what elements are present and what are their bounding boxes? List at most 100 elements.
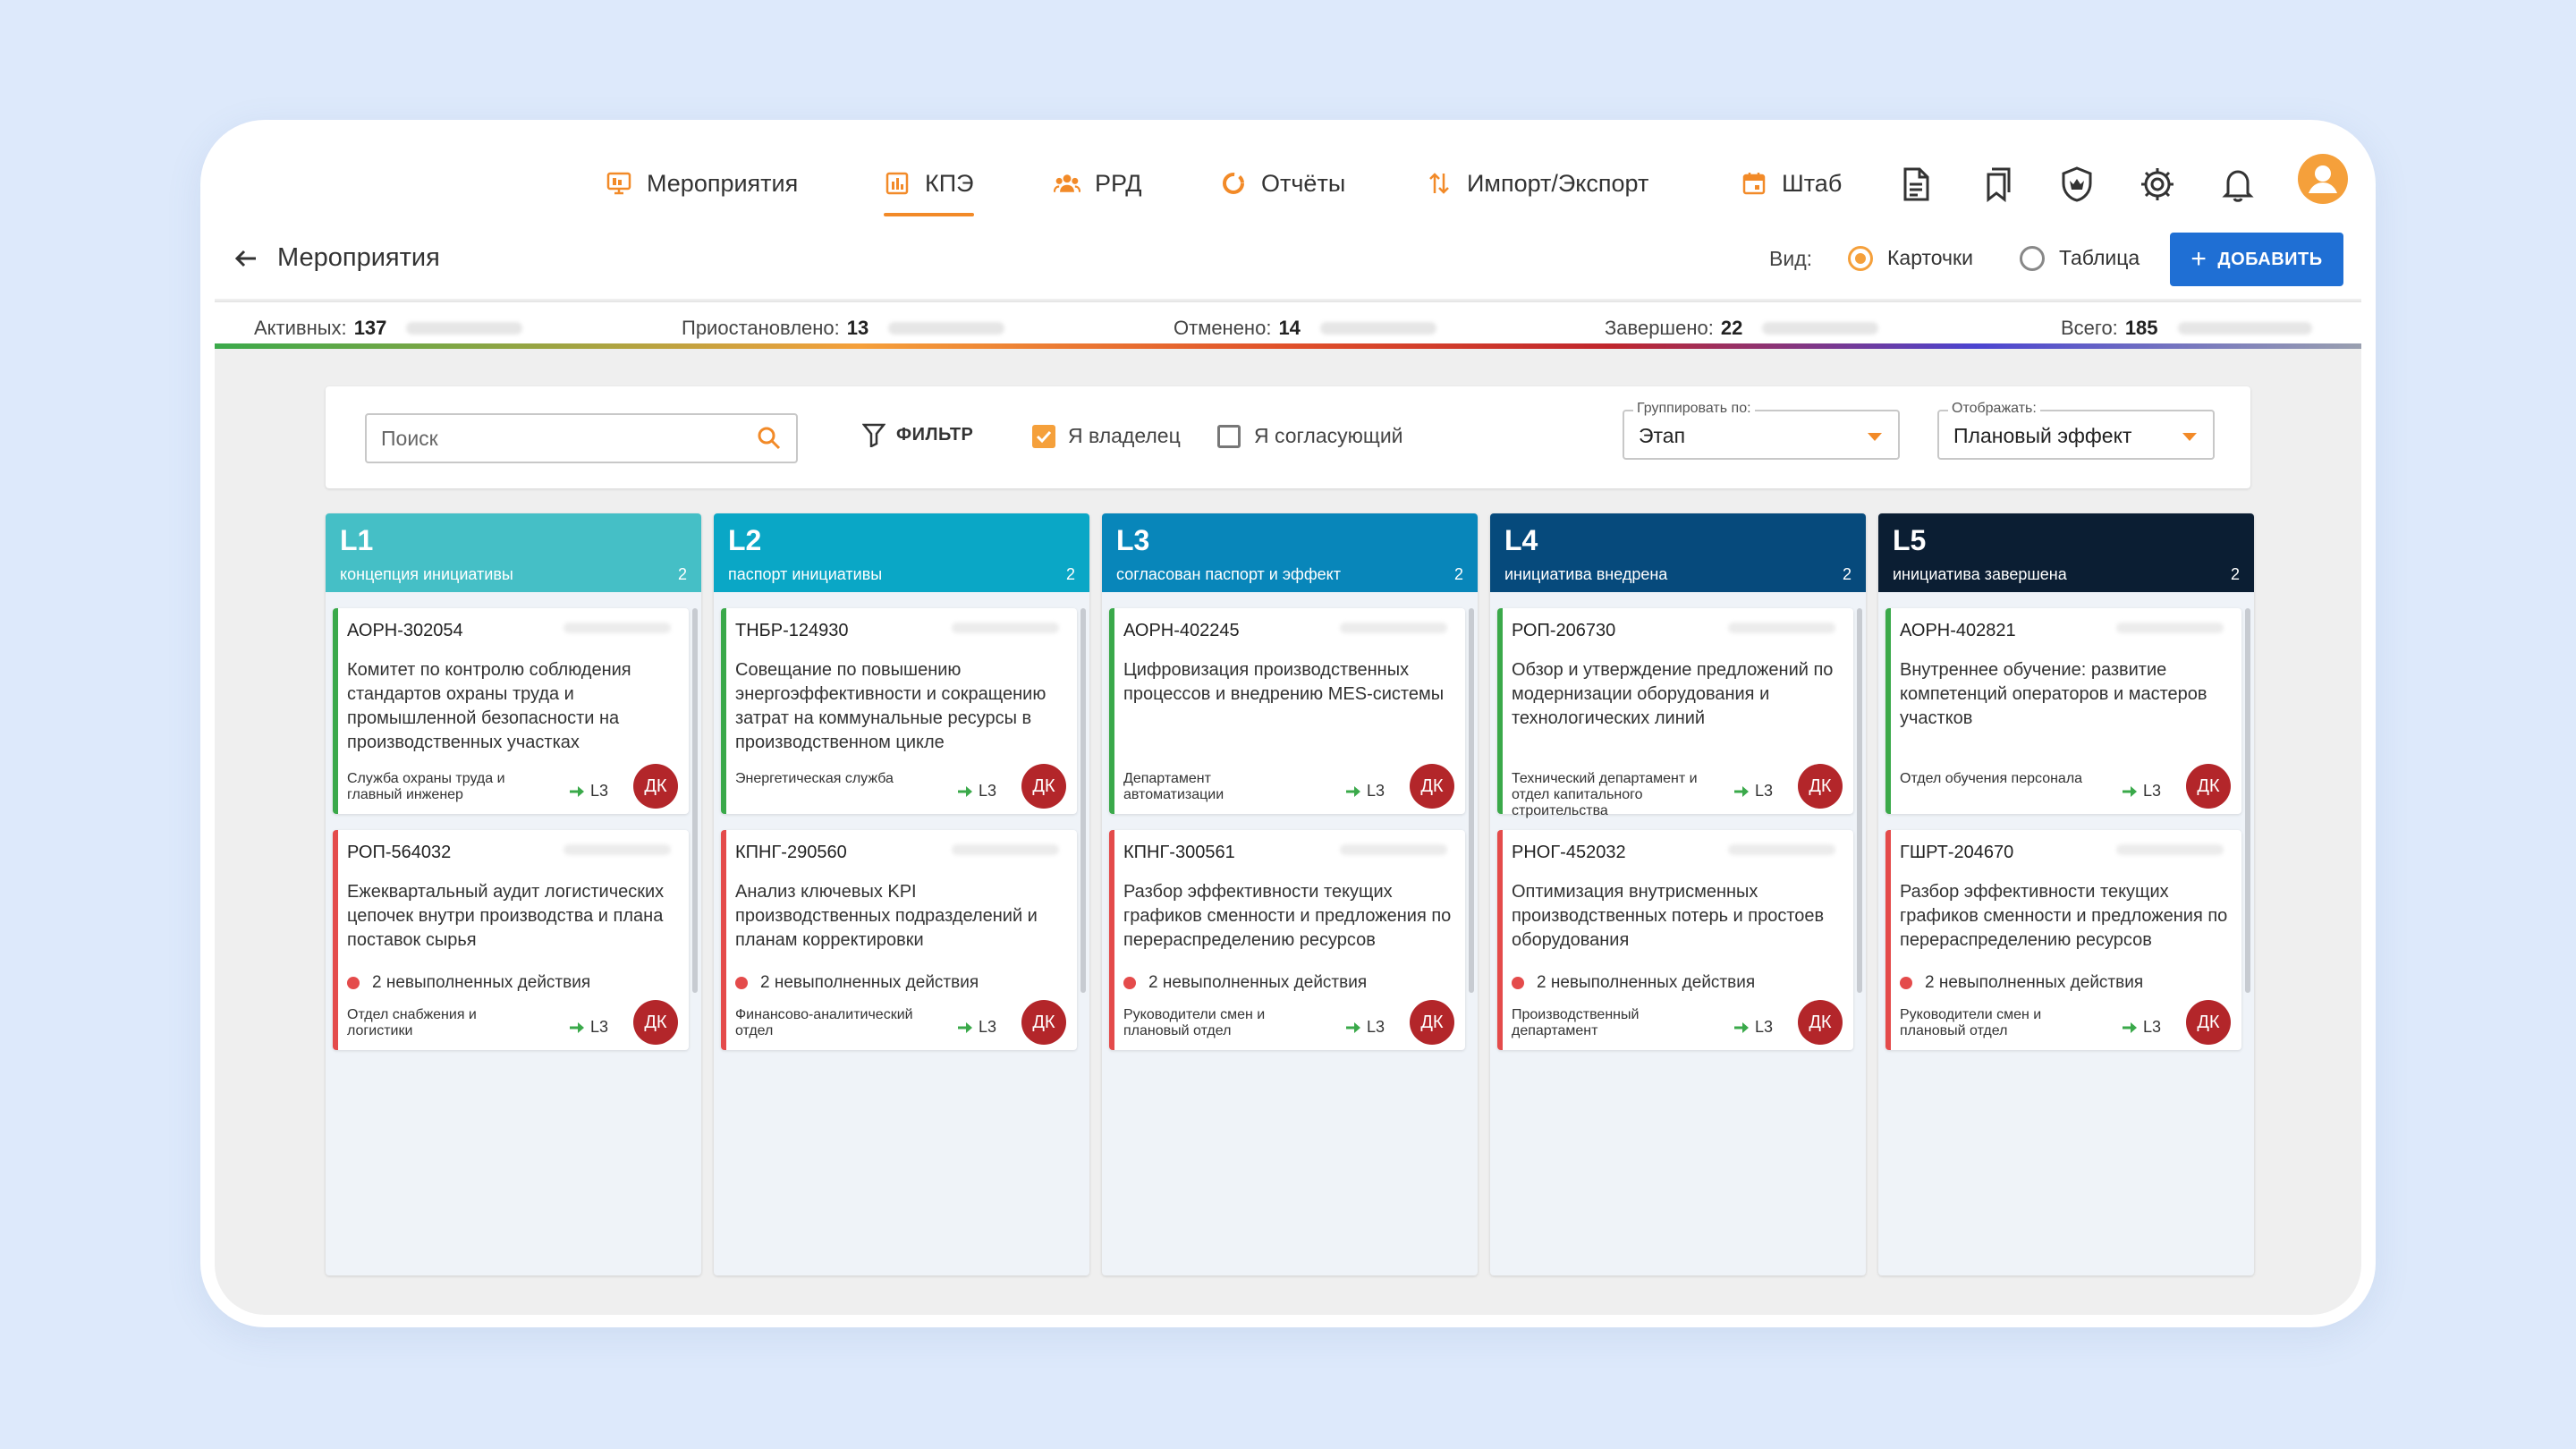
- back-arrow-icon[interactable]: [231, 243, 261, 274]
- blurred-amount: [1340, 844, 1447, 855]
- stat-active: Активных: 137: [254, 317, 523, 340]
- search-input[interactable]: [381, 424, 739, 453]
- search-field[interactable]: [365, 413, 798, 463]
- blurred-amount: [2177, 322, 2312, 335]
- arrow-right-icon: [1734, 1021, 1749, 1033]
- add-button[interactable]: + ДОБАВИТЬ: [2170, 233, 2343, 286]
- initiative-card[interactable]: КПНГ-290560 Анализ ключевых KPI производс…: [721, 830, 1077, 1050]
- warning-dot-icon: [735, 977, 748, 989]
- nav-label: КПЭ: [925, 169, 974, 197]
- blurred-amount: [406, 322, 523, 335]
- column-scrollbar[interactable]: [692, 608, 698, 993]
- warning-text: 2 невыполненных действия: [1148, 973, 1368, 992]
- initiative-card[interactable]: АОРН-302054 Комитет по контролю соблюдени…: [333, 608, 689, 814]
- initiative-card[interactable]: ГШРТ-204670 Разбор эффективности текущих …: [1885, 830, 2241, 1050]
- column-scrollbar[interactable]: [2245, 608, 2250, 993]
- assignee-avatar[interactable]: ДК: [2186, 764, 2231, 809]
- nav-item-hq[interactable]: Штаб: [1741, 161, 1842, 206]
- assignee-avatar[interactable]: ДК: [1021, 1000, 1066, 1045]
- card-status-bar: [333, 608, 338, 814]
- assignee-avatar[interactable]: ДК: [1021, 764, 1066, 809]
- filter-button[interactable]: ФИЛЬТР: [862, 422, 973, 447]
- card-status-bar: [1885, 830, 1891, 1050]
- card-code: РОП-206730: [1512, 621, 1616, 640]
- nav-label: Импорт/Экспорт: [1467, 169, 1649, 197]
- assignee-avatar[interactable]: ДК: [2186, 1000, 2231, 1045]
- shield-crown-icon[interactable]: [2057, 165, 2097, 204]
- column-scrollbar[interactable]: [1857, 608, 1862, 993]
- initiative-card[interactable]: ТНБР-124930 Совещание по повышению энерго…: [721, 608, 1077, 814]
- initiative-card[interactable]: АОРН-402821 Внутреннее обучение: развитие…: [1885, 608, 2241, 814]
- nav-item-reports[interactable]: Отчёты: [1220, 161, 1345, 206]
- card-level: L3: [1345, 782, 1385, 801]
- document-icon[interactable]: [1896, 165, 1936, 204]
- nav-item-kpi[interactable]: КПЭ: [884, 161, 974, 216]
- initiative-card[interactable]: РНОГ-452032 Оптимизация внутрисменных про…: [1497, 830, 1853, 1050]
- initiative-card[interactable]: РОП-206730 Обзор и утверждение предложени…: [1497, 608, 1853, 818]
- warning-dot-icon: [1900, 977, 1912, 989]
- nav-label: РРД: [1095, 169, 1142, 197]
- column-count: 2: [1453, 565, 1463, 583]
- initiative-card[interactable]: КПНГ-300561 Разбор эффективности текущих …: [1109, 830, 1465, 1050]
- card-level-label: L3: [1367, 782, 1385, 800]
- blurred-amount: [564, 844, 671, 855]
- warning-text: 2 невыполненных действия: [760, 973, 979, 992]
- nav-item-events[interactable]: Мероприятия: [606, 161, 798, 206]
- stat-value: 137: [353, 317, 387, 339]
- initiative-card[interactable]: АОРН-402245 Цифровизация производственных…: [1109, 608, 1465, 814]
- blurred-amount: [1762, 322, 1879, 335]
- kanban-column-l3: L3 согласован паспорт и эффект 2 АОРН-40224…: [1102, 513, 1478, 1275]
- card-department: Финансово-аналитический отдел: [735, 1007, 913, 1038]
- column-subtitle: согласован паспорт и эффект: [1116, 565, 1341, 583]
- assignee-avatar[interactable]: ДК: [1410, 764, 1454, 809]
- column-scrollbar[interactable]: [1080, 608, 1086, 993]
- assignee-avatar[interactable]: ДК: [633, 764, 678, 809]
- column-scrollbar[interactable]: [1469, 608, 1474, 993]
- kanban-column-l4: L4 инициатива внедрена 2 РОП-206730 Обзор и …: [1490, 513, 1866, 1275]
- card-level-label: L3: [979, 1018, 997, 1036]
- group-by-value: Этап: [1639, 424, 1686, 447]
- pie-chart-icon: [1220, 170, 1247, 197]
- warning-text: 2 невыполненных действия: [372, 973, 591, 992]
- display-select[interactable]: Отображать: Плановый эффект: [1937, 401, 2215, 460]
- nav-item-import-export[interactable]: Импорт/Экспорт: [1426, 161, 1648, 206]
- owner-checkbox-label[interactable]: Я владелец: [1068, 424, 1181, 448]
- stats-bar: Активных: 137 Приостановлено: 13 Отменено:…: [215, 301, 2361, 343]
- view-table-radio[interactable]: [2020, 246, 2045, 271]
- bell-icon[interactable]: [2218, 165, 2258, 204]
- view-cards-label[interactable]: Карточки: [1887, 246, 1973, 270]
- stat-label: Отменено:: [1174, 317, 1272, 339]
- blurred-amount: [952, 844, 1059, 855]
- card-code: АОРН-402821: [1900, 621, 2016, 640]
- column-count: 2: [1065, 565, 1075, 583]
- card-code: АОРН-402245: [1123, 621, 1240, 640]
- nav-item-rrd[interactable]: РРД: [1054, 161, 1142, 206]
- card-warning: 2 невыполненных действия: [735, 973, 979, 993]
- approver-checkbox-label[interactable]: Я согласующий: [1254, 424, 1403, 448]
- view-cards-radio[interactable]: [1848, 246, 1873, 271]
- owner-checkbox[interactable]: [1032, 425, 1055, 448]
- assignee-avatar[interactable]: ДК: [1798, 1000, 1843, 1045]
- blurred-amount: [1319, 322, 1436, 335]
- search-icon[interactable]: [757, 426, 782, 451]
- group-by-select[interactable]: Группировать по: Этап: [1623, 401, 1900, 460]
- card-level: L3: [1345, 1018, 1385, 1037]
- warning-dot-icon: [1512, 977, 1524, 989]
- card-department: Руководители смен и плановый отдел: [1123, 1007, 1266, 1038]
- card-department: Энергетическая служба: [735, 771, 894, 786]
- view-table-label[interactable]: Таблица: [2059, 246, 2140, 270]
- card-department: Технический департамент и отдел капиталь…: [1512, 771, 1698, 818]
- settings-icon[interactable]: [2138, 165, 2177, 204]
- approver-checkbox[interactable]: [1217, 425, 1241, 448]
- assignee-avatar[interactable]: ДК: [1798, 764, 1843, 809]
- user-avatar-icon[interactable]: [2298, 154, 2348, 204]
- column-subtitle: паспорт инициативы: [728, 565, 883, 583]
- assignee-avatar[interactable]: ДК: [1410, 1000, 1454, 1045]
- column-code: L1: [340, 524, 374, 556]
- card-level-label: L3: [590, 782, 609, 800]
- assignee-avatar[interactable]: ДК: [633, 1000, 678, 1045]
- bar-chart-icon: [884, 170, 911, 197]
- bookmarks-icon[interactable]: [1977, 165, 2016, 204]
- initiative-card[interactable]: РОП-564032 Ежеквартальный аудит логистиче…: [333, 830, 689, 1050]
- warning-dot-icon: [347, 977, 360, 989]
